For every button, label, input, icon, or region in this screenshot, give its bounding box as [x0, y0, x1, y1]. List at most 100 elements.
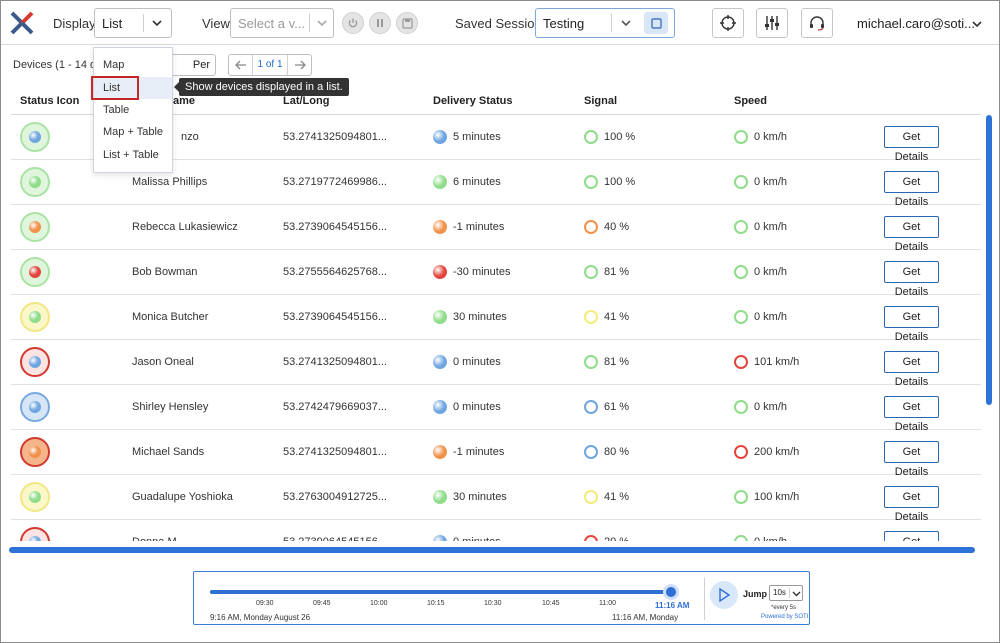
view-select[interactable]: Select a v...: [230, 8, 334, 38]
speed-value: 200 km/h: [754, 446, 800, 458]
lat-long: 53.2763004912725...: [283, 491, 387, 503]
display-menu: Map List Table Map + Table List + Table: [91, 47, 173, 173]
table-row[interactable]: Bob Bowman 53.2755564625768... -30 minut…: [11, 250, 981, 298]
speed-value: 0 km/h: [754, 176, 788, 188]
display-select[interactable]: List: [94, 8, 172, 38]
delivery-status-dot: [433, 400, 447, 414]
table-row[interactable]: Shirley Hensley 53.2742479669037... 0 mi…: [11, 385, 981, 433]
next-page-button[interactable]: [287, 55, 311, 75]
vertical-scrollbar[interactable]: [986, 115, 992, 405]
chevron-down-icon[interactable]: [971, 18, 983, 30]
view-label: View: [202, 16, 230, 31]
table-row[interactable]: Jason Oneal 53.2741325094801... 0 minute…: [11, 340, 981, 388]
column-header-signal: Signal: [584, 95, 618, 107]
signal-value: 41 %: [604, 491, 630, 503]
saved-session-select[interactable]: Testing: [535, 8, 675, 38]
device-name: nzo: [181, 131, 199, 143]
app-logo: [10, 11, 34, 35]
column-header-lat-long: Lat/Long: [283, 95, 330, 107]
get-details-button[interactable]: Get Details: [884, 126, 939, 163]
power-button[interactable]: [342, 12, 364, 34]
top-bar: Display List View Select a v... Saved Se…: [1, 1, 999, 45]
timeline-tick: 10:45: [542, 600, 560, 607]
status-dot: [29, 491, 41, 503]
get-details-button[interactable]: Get Details: [884, 261, 939, 298]
lat-long: 53.2741325094801...: [283, 131, 387, 143]
status-icon: [20, 212, 50, 242]
timeline-current-time: 11:16 AM: [655, 601, 690, 610]
timeline-handle[interactable]: [663, 584, 679, 600]
delivery-status: 30 minutes: [453, 311, 507, 323]
timeline-tick: 09:30: [256, 600, 274, 607]
play-button[interactable]: [710, 581, 738, 609]
display-option-map-table[interactable]: Map + Table: [94, 121, 172, 143]
delivery-status: 0 minutes: [453, 536, 501, 541]
refresh-interval-note: *every 5s: [771, 605, 797, 611]
signal-value: 61 %: [604, 401, 630, 413]
save-button[interactable]: [396, 12, 418, 34]
delivery-status: 0 minutes: [453, 356, 501, 368]
status-icon: [20, 122, 50, 152]
powered-by: Powered by SOTI: [761, 614, 809, 620]
delivery-status-dot: [433, 130, 447, 144]
delivery-status-dot: [433, 355, 447, 369]
delivery-status-dot: [433, 175, 447, 189]
get-details-button[interactable]: Get Details: [884, 396, 939, 433]
status-dot: [29, 356, 41, 368]
table-row[interactable]: Michael Sands 53.2741325094801... -1 min…: [11, 430, 981, 478]
speed-ring: [734, 175, 748, 189]
status-dot: [29, 176, 41, 188]
status-icon: [20, 302, 50, 332]
signal-value: 81 %: [604, 266, 630, 278]
locate-button[interactable]: [712, 8, 744, 38]
get-details-button[interactable]: Get Details: [884, 351, 939, 388]
arrow-right-icon: [294, 60, 306, 70]
signal-ring: [584, 490, 598, 504]
chevron-down-icon: [317, 20, 327, 27]
display-option-list-table[interactable]: List + Table: [94, 144, 172, 166]
table-row[interactable]: Guadalupe Yoshioka 53.2763004912725... 3…: [11, 475, 981, 523]
get-details-button[interactable]: Get Details: [884, 486, 939, 523]
sliders-icon: [765, 16, 779, 30]
get-details-button[interactable]: Get Details: [884, 531, 939, 541]
status-dot: [29, 536, 41, 541]
delivery-status-dot: [433, 445, 447, 459]
display-label: Display: [53, 16, 96, 31]
status-icon: [20, 437, 50, 467]
table-row[interactable]: Rebecca Lukasiewicz 53.2739064545156... …: [11, 205, 981, 253]
tooltip: Show devices displayed in a list.: [174, 78, 349, 96]
per-page-select[interactable]: Per Page: [166, 54, 216, 91]
speed-value: 0 km/h: [754, 311, 788, 323]
get-details-button[interactable]: Get Details: [884, 441, 939, 478]
pause-button[interactable]: [369, 12, 391, 34]
jump-interval-select[interactable]: 10s: [769, 585, 803, 601]
table-row[interactable]: Monica Butcher 53.2739064545156... 30 mi…: [11, 295, 981, 343]
support-button[interactable]: [801, 8, 833, 38]
filters-button[interactable]: [756, 8, 788, 38]
speed-value: 0 km/h: [754, 536, 787, 541]
get-details-button[interactable]: Get Details: [884, 216, 939, 253]
speed-value: 0 km/h: [754, 401, 788, 413]
get-details-button[interactable]: Get Details: [884, 171, 939, 208]
status-icon: [20, 167, 50, 197]
get-details-button[interactable]: Get Details: [884, 306, 939, 343]
headset-icon: [810, 16, 824, 31]
jump-interval-value: 10s: [773, 588, 786, 597]
session-stop-button[interactable]: [644, 12, 668, 34]
user-email[interactable]: michael.caro@soti...: [857, 16, 975, 31]
table-row[interactable]: Donna M... 53.2739064545156... 0 minutes…: [11, 520, 981, 541]
display-option-table[interactable]: Table: [94, 99, 172, 121]
display-option-map[interactable]: Map: [94, 54, 172, 76]
horizontal-scrollbar[interactable]: [9, 547, 975, 553]
timeline-panel: 09:30 09:45 10:00 10:15 10:30 10:45 11:0…: [193, 571, 810, 625]
power-icon: [348, 18, 358, 28]
delivery-status-dot: [433, 535, 447, 541]
prev-page-button[interactable]: [229, 55, 253, 75]
timeline-track[interactable]: [210, 590, 671, 594]
speed-ring: [734, 355, 748, 369]
signal-ring: [584, 220, 598, 234]
chevron-down-icon: [152, 20, 162, 27]
signal-value: 41 %: [604, 311, 630, 323]
device-name: Rebecca Lukasiewicz: [132, 221, 238, 233]
timeline-tick: 10:00: [370, 600, 388, 607]
